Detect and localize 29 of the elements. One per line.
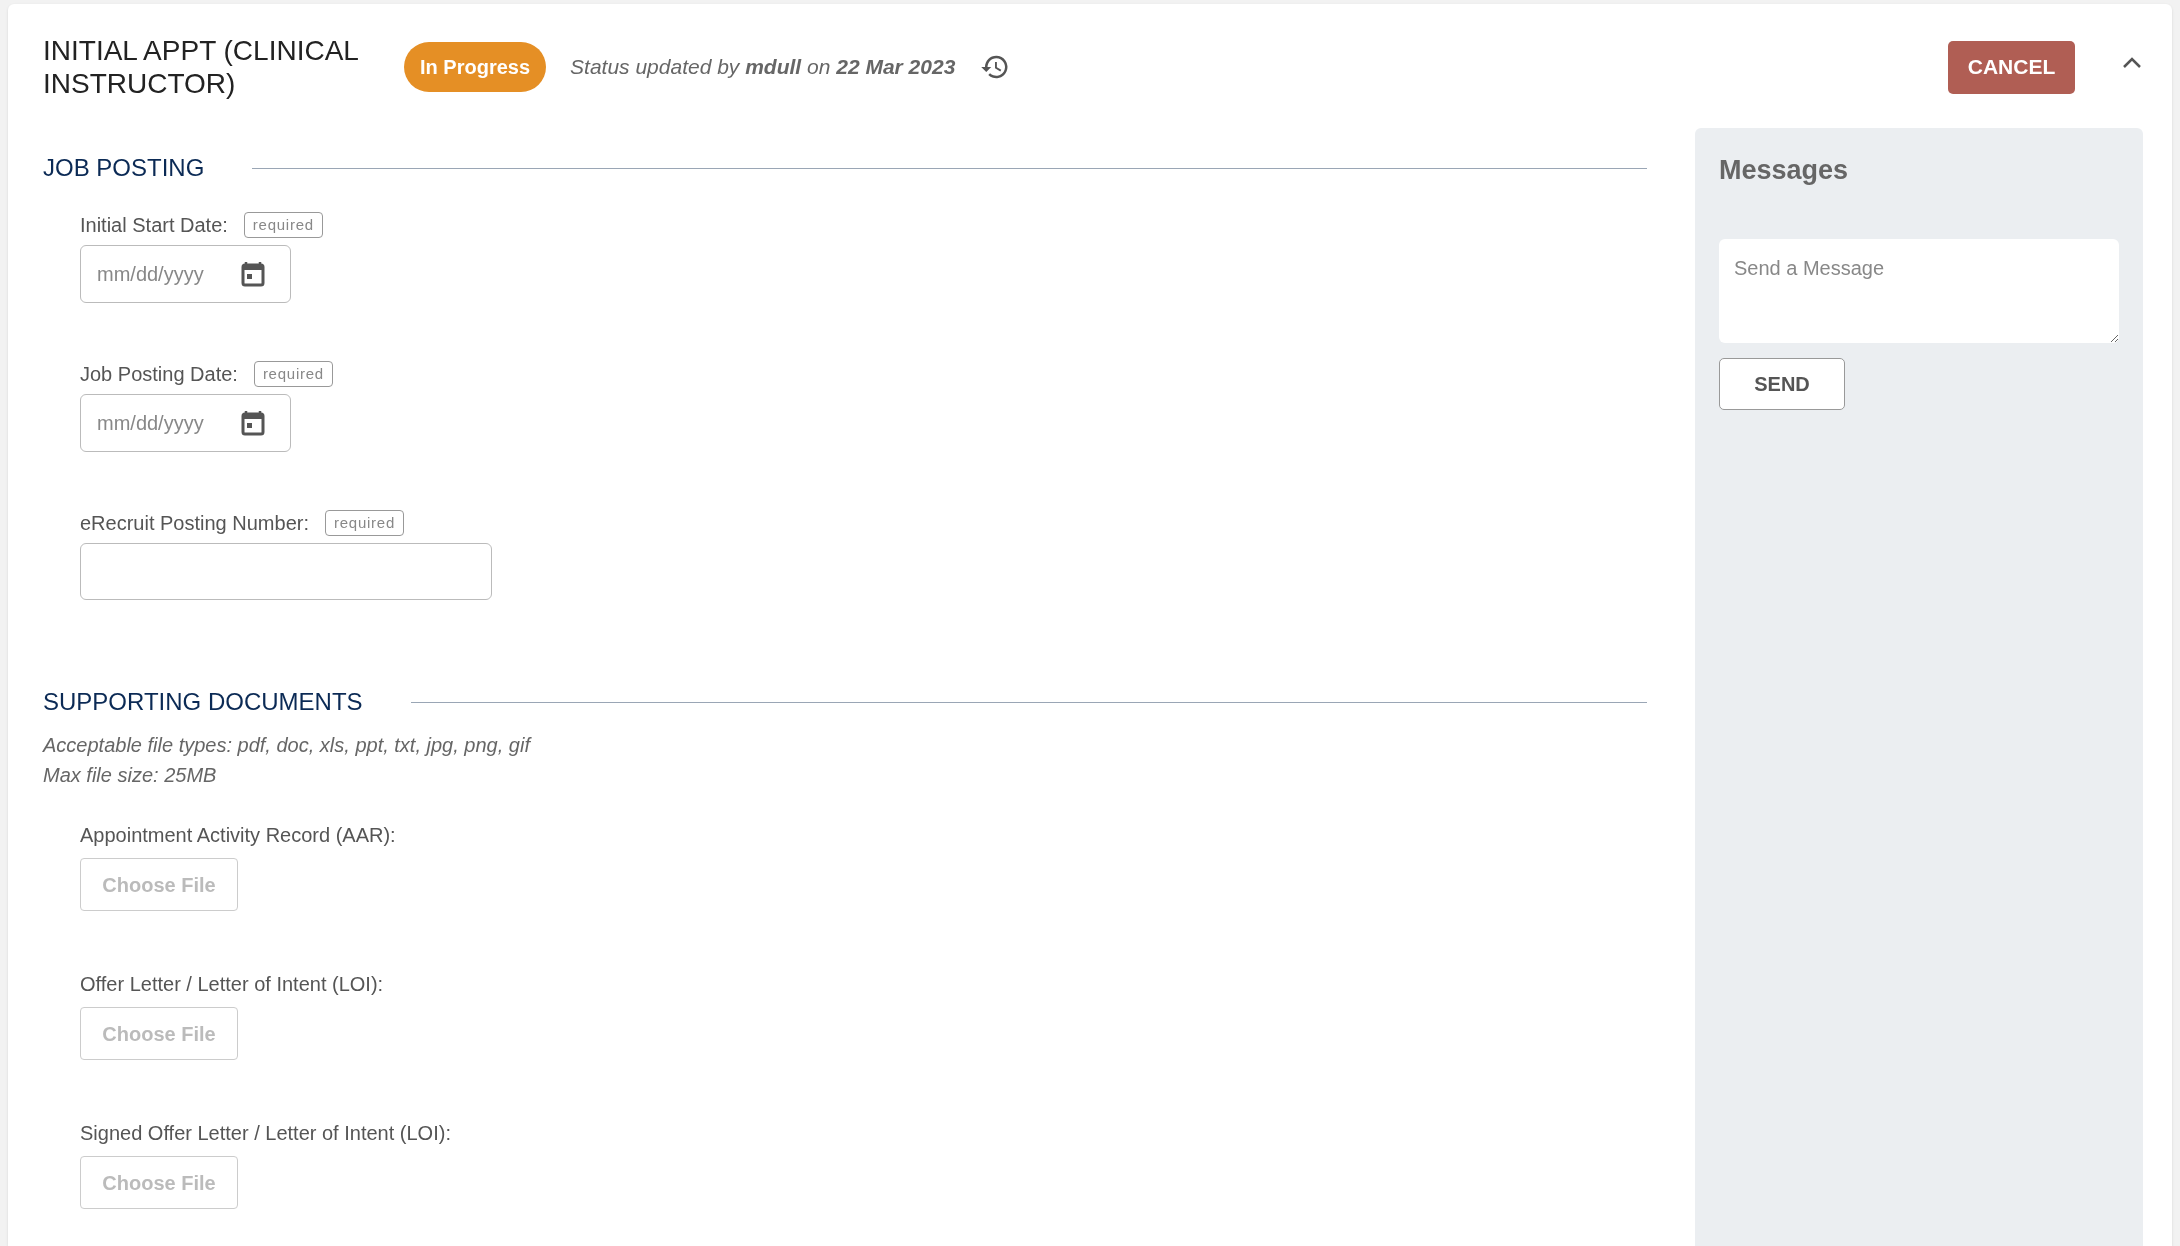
calendar-icon[interactable] [241,410,265,436]
field-label: Initial Start Date: [80,213,228,238]
calendar-icon[interactable] [241,261,265,287]
file-label: Signed Offer Letter / Letter of Intent (LOI): [80,1121,452,1146]
choose-file-button[interactable]: Choose File [80,1156,238,1209]
posting-number-field[interactable] [80,543,492,600]
chevron-up-icon[interactable] [2122,56,2142,70]
section-heading: JOB POSTING [43,153,205,183]
page-title: INITIAL APPT (CLINICAL INSTRUCTOR) [43,34,359,100]
file-note: Max file size: 25MB [43,763,218,788]
choose-file-button[interactable]: Choose File [80,858,238,911]
choose-file-button[interactable]: Choose File [80,1007,238,1060]
file-note: Acceptable file types: pdf, doc, xls, ppt, txt, jpg, png, gif [43,733,533,758]
messages-title: Messages [1719,154,1850,187]
field-label: Job Posting Date: [80,362,238,387]
send-button[interactable]: SEND [1719,357,1845,410]
date-field[interactable]: mm/dd/yyyy [80,245,291,303]
status-badge: In Progress [404,42,547,92]
message-field[interactable]: Send a Message [1719,238,2119,343]
required-tag: required [243,211,323,239]
file-label: Offer Letter / Letter of Intent (LOI): [80,972,385,997]
required-tag: required [325,509,405,537]
required-tag: required [253,360,333,388]
date-field[interactable]: mm/dd/yyyy [80,394,291,452]
cancel-button[interactable]: CANCEL [1948,40,2075,94]
status-text: Status updated by mdull on 22 Mar 2023 [570,54,956,81]
field-label: eRecruit Posting Number: [80,511,309,536]
file-label: Appointment Activity Record (AAR): [80,823,397,848]
section-heading: SUPPORTING DOCUMENTS [43,687,363,717]
